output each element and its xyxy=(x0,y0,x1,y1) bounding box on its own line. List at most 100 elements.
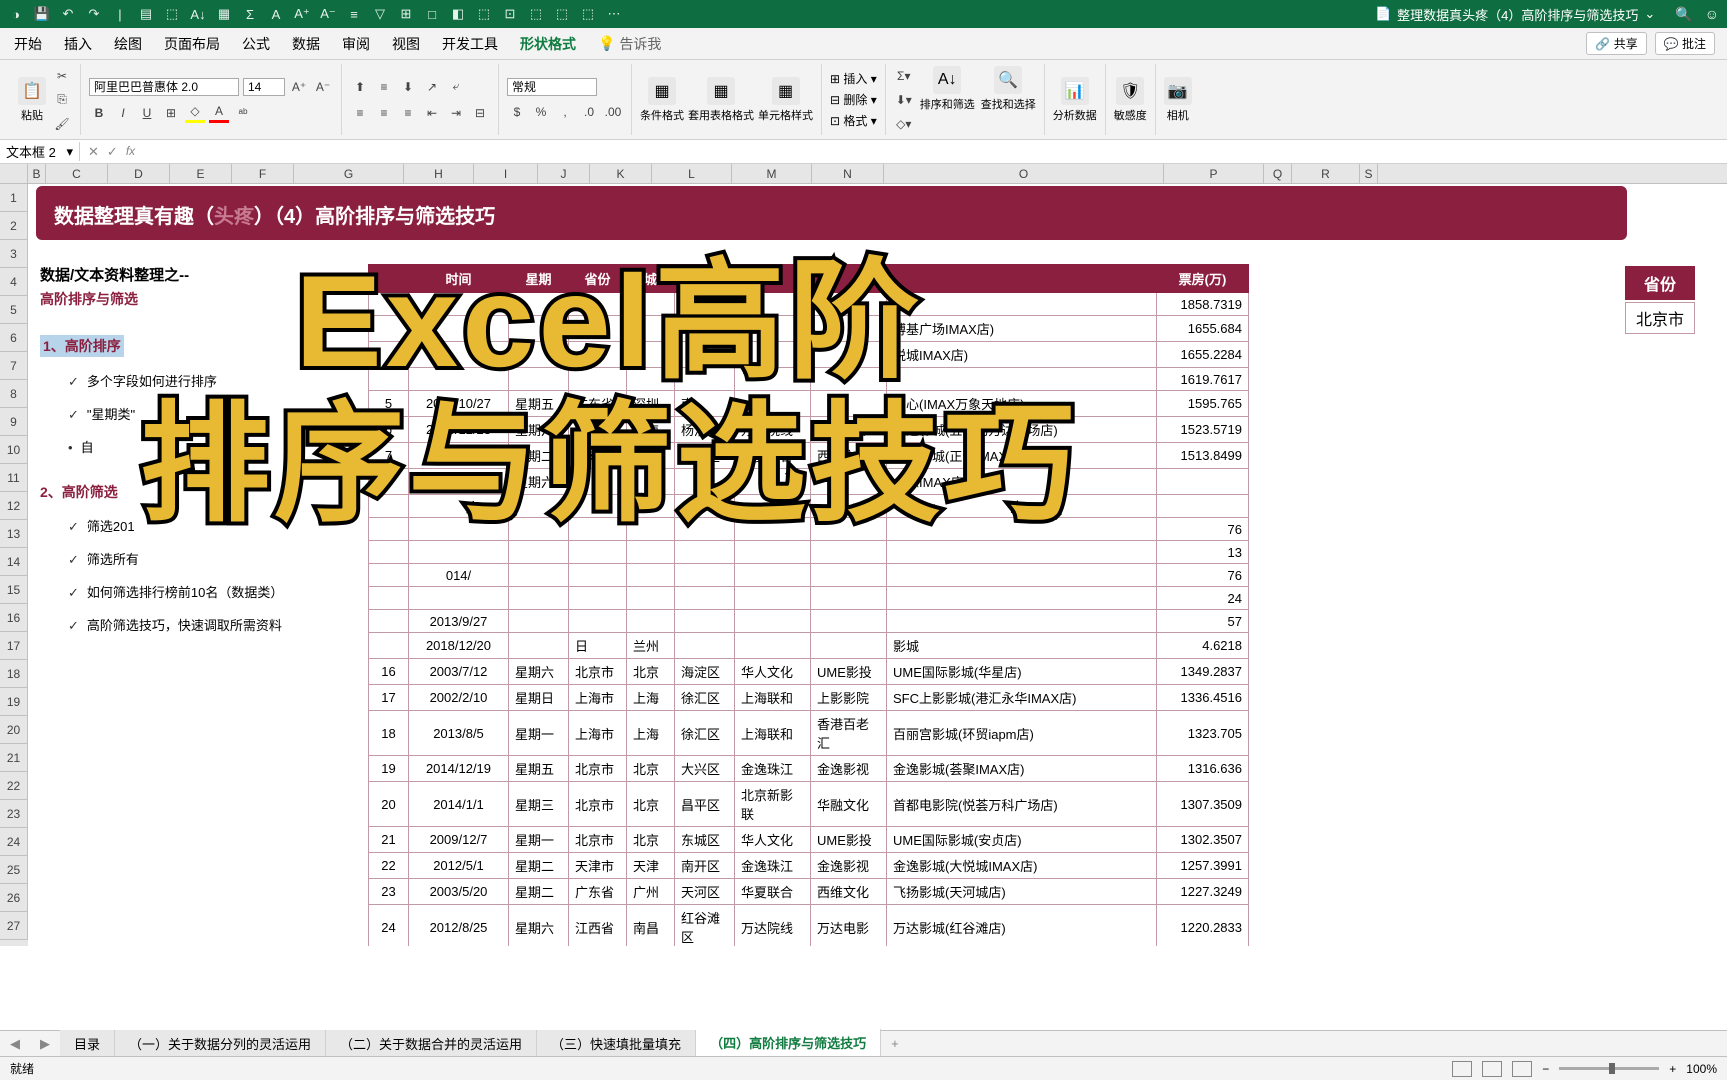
cut-icon[interactable]: ✂ xyxy=(52,66,72,86)
qat-icon[interactable]: ⬚ xyxy=(476,6,492,22)
grid-content[interactable]: 数据整理真有趣（头疼）（4）高阶排序与筛选技巧 数据/文本资料整理之-- 高阶排… xyxy=(28,184,1727,946)
table-cell[interactable] xyxy=(1157,469,1249,495)
table-cell[interactable] xyxy=(569,518,627,541)
row-header[interactable]: 17 xyxy=(0,632,28,660)
align-center-icon[interactable]: ≡ xyxy=(374,103,394,123)
table-cell[interactable] xyxy=(369,342,409,368)
row-header[interactable]: 11 xyxy=(0,464,28,492)
table-row[interactable]: 13 xyxy=(369,541,1249,564)
comma-icon[interactable]: , xyxy=(555,102,575,122)
row-header[interactable]: 13 xyxy=(0,520,28,548)
table-cell[interactable]: 57 xyxy=(1157,610,1249,633)
table-cell[interactable] xyxy=(887,564,1157,587)
table-cell[interactable] xyxy=(735,368,811,391)
increase-indent-icon[interactable]: ⇥ xyxy=(446,103,466,123)
tab-layout[interactable]: 页面布局 xyxy=(162,30,222,58)
table-cell[interactable] xyxy=(811,564,887,587)
column-header[interactable]: G xyxy=(294,164,404,183)
table-cell[interactable]: 星期二 xyxy=(509,879,569,905)
table-cell[interactable]: 南开区 xyxy=(675,853,735,879)
table-cell[interactable]: 上海联和 xyxy=(735,711,811,756)
bold-button[interactable]: B xyxy=(89,103,109,123)
table-cell[interactable]: 2004/ xyxy=(409,469,509,495)
table-cell[interactable] xyxy=(811,495,887,518)
table-cell[interactable] xyxy=(409,368,509,391)
column-header[interactable]: Q xyxy=(1264,164,1292,183)
table-cell[interactable] xyxy=(569,495,627,518)
table-cell[interactable] xyxy=(675,518,735,541)
table-cell[interactable] xyxy=(735,391,811,417)
decrease-indent-icon[interactable]: ⇤ xyxy=(422,103,442,123)
table-style-button[interactable]: ▦套用表格格式 xyxy=(688,77,754,123)
table-cell[interactable]: 首都电影院(悦荟万科广场店) xyxy=(887,782,1157,827)
row-header[interactable]: 10 xyxy=(0,436,28,464)
merge-cells-icon[interactable]: ⊟ xyxy=(470,103,490,123)
table-cell[interactable] xyxy=(369,518,409,541)
qat-icon[interactable]: A xyxy=(268,6,284,22)
add-sheet-button[interactable]: + xyxy=(881,1036,909,1051)
table-cell[interactable] xyxy=(675,293,735,316)
sheet-tab[interactable]: （三）快速填批量填充 xyxy=(537,1030,696,1057)
qat-icon[interactable]: ⬚ xyxy=(580,6,596,22)
table-cell[interactable]: 1220.2833 xyxy=(1157,905,1249,947)
table-cell[interactable]: 星期一 xyxy=(509,827,569,853)
name-box[interactable]: 文本框 2▾ xyxy=(0,142,80,161)
table-cell[interactable] xyxy=(509,587,569,610)
table-cell[interactable] xyxy=(675,342,735,368)
table-cell[interactable] xyxy=(811,469,887,495)
table-cell[interactable] xyxy=(369,316,409,342)
table-cell[interactable] xyxy=(811,610,887,633)
fill-color-button[interactable]: ◇ xyxy=(185,103,205,123)
table-cell[interactable] xyxy=(627,610,675,633)
table-cell[interactable]: 香港百老汇 xyxy=(811,711,887,756)
table-cell[interactable] xyxy=(369,293,409,316)
table-row[interactable]: 2018/12/20日兰州影城4.6218 xyxy=(369,633,1249,659)
table-cell[interactable]: 华人文化 xyxy=(735,827,811,853)
table-cell[interactable]: 24 xyxy=(369,905,409,947)
row-header[interactable]: 12 xyxy=(0,492,28,520)
table-cell[interactable]: 徐汇区 xyxy=(675,711,735,756)
table-cell[interactable] xyxy=(887,293,1157,316)
table-cell[interactable] xyxy=(409,518,509,541)
table-cell[interactable]: 20 xyxy=(369,782,409,827)
undo-icon[interactable]: ↶ xyxy=(60,6,76,22)
tab-review[interactable]: 审阅 xyxy=(340,30,372,58)
table-row[interactable]: 212009/12/7星期一北京市北京东城区华人文化UME影投UME国际影城(安… xyxy=(369,827,1249,853)
table-cell[interactable]: 飞扬影城(正佳IMAX店) xyxy=(887,443,1157,469)
table-cell[interactable]: 江西省 xyxy=(569,905,627,947)
table-cell[interactable]: 北京 xyxy=(627,659,675,685)
zoom-in-icon[interactable]: + xyxy=(1669,1062,1676,1076)
table-cell[interactable]: SFC上影影城(港汇永华IMAX店) xyxy=(887,685,1157,711)
table-cell[interactable]: 北京 xyxy=(627,827,675,853)
table-cell[interactable] xyxy=(811,293,887,316)
table-cell[interactable]: 5 xyxy=(369,391,409,417)
normal-view-icon[interactable] xyxy=(1452,1061,1472,1077)
data-table[interactable]: 时间星期省份城票房(万) 1858.7319博基广场IMAX店)1655.684… xyxy=(368,264,1249,946)
table-row[interactable]: 232003/5/20星期二广东省广州天河区华夏联合西维文化飞扬影城(天河城店)… xyxy=(369,879,1249,905)
cancel-icon[interactable]: ✕ xyxy=(88,144,99,160)
table-cell[interactable]: 2017/10/27 xyxy=(409,391,509,417)
page-break-view-icon[interactable] xyxy=(1512,1061,1532,1077)
table-cell[interactable]: 上海 xyxy=(627,685,675,711)
number-format-select[interactable] xyxy=(507,78,597,96)
table-cell[interactable]: 1523.5719 xyxy=(1157,417,1249,443)
table-cell[interactable]: 上海联和 xyxy=(735,685,811,711)
table-cell[interactable]: 上海市 xyxy=(569,417,627,443)
table-cell[interactable]: 2012/8/25 xyxy=(409,905,509,947)
table-cell[interactable]: 万达影城(红谷滩店) xyxy=(887,905,1157,947)
column-header[interactable]: I xyxy=(474,164,538,183)
enter-icon[interactable]: ✓ xyxy=(107,144,118,160)
column-header[interactable]: N xyxy=(812,164,884,183)
row-header[interactable]: 27 xyxy=(0,912,28,940)
table-cell[interactable]: 大兴区 xyxy=(675,756,735,782)
table-cell[interactable] xyxy=(735,587,811,610)
table-cell[interactable]: 1513.8499 xyxy=(1157,443,1249,469)
align-left-icon[interactable]: ≡ xyxy=(350,103,370,123)
row-header[interactable]: 9 xyxy=(0,408,28,436)
qat-icon[interactable]: A⁻ xyxy=(320,6,336,22)
table-cell[interactable]: 天河区 xyxy=(675,443,735,469)
table-cell[interactable]: 2009/12/7 xyxy=(409,827,509,853)
sheet-tab[interactable]: 目录 xyxy=(60,1030,115,1057)
table-cell[interactable] xyxy=(509,368,569,391)
table-cell[interactable]: 2003/5/20 xyxy=(409,879,509,905)
